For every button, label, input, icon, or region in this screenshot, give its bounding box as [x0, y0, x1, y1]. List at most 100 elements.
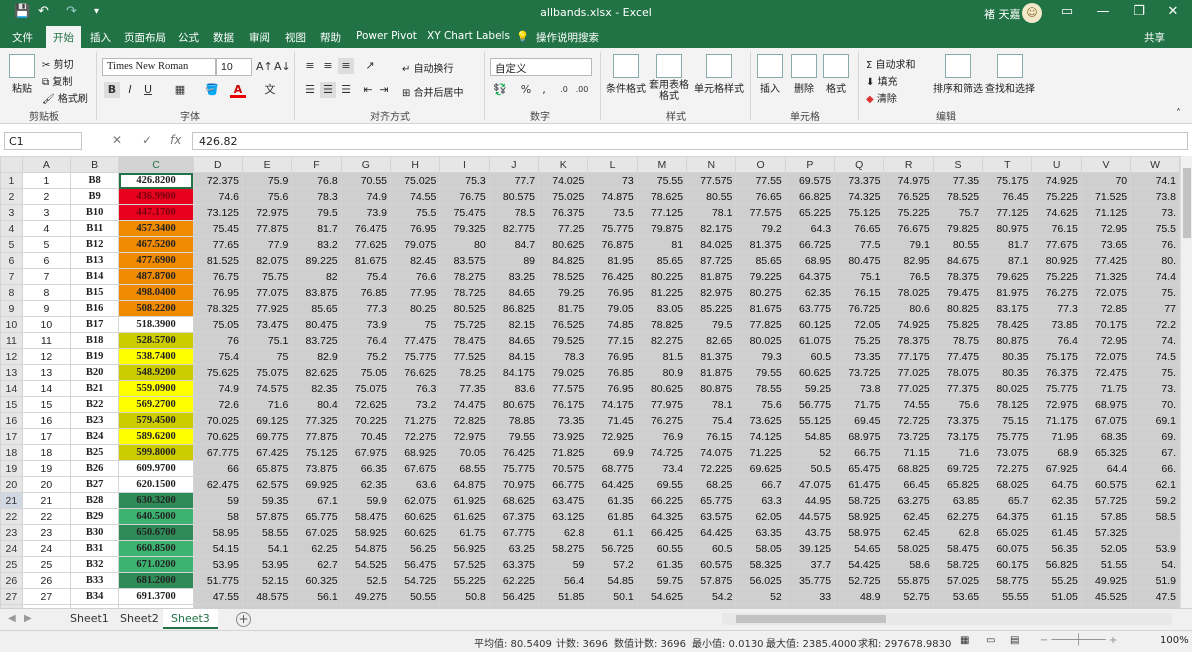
cell-value[interactable]: 77.425 — [1080, 252, 1132, 269]
cell-value[interactable]: 65.025 — [982, 524, 1033, 541]
cell-value[interactable]: 57.2 — [587, 556, 638, 573]
column-header[interactable]: N — [686, 156, 737, 173]
cell-value[interactable]: 75.075 — [340, 380, 392, 397]
cell-value[interactable]: 80.825 — [932, 300, 984, 317]
cell-value[interactable]: 56.1 — [291, 588, 342, 605]
cell-value[interactable]: 58.05 — [735, 540, 786, 557]
cell-value[interactable]: 84.175 — [488, 364, 540, 381]
cell-index[interactable]: 13 — [21, 364, 71, 381]
cell-value[interactable]: 67.375 — [488, 508, 540, 525]
cell-value[interactable]: 76.75 — [439, 188, 490, 205]
cell-value[interactable]: 76.675 — [883, 220, 934, 237]
cell-value[interactable]: 66.7 — [735, 476, 786, 493]
align-top-icon[interactable]: ≡ — [302, 58, 318, 74]
cell-value[interactable]: 57.725 — [1080, 492, 1132, 509]
cell-value[interactable]: 69.925 — [291, 476, 342, 493]
cell-value[interactable]: 75.775 — [1031, 380, 1082, 397]
cell-value[interactable]: 82.95 — [883, 252, 934, 269]
cell-value[interactable]: 72.05 — [834, 316, 885, 333]
column-header[interactable]: B — [69, 156, 120, 173]
cell-wavelength[interactable]: 681.2000 — [118, 572, 194, 589]
cell-value[interactable]: 77.925 — [241, 300, 293, 317]
cell-value[interactable]: 60.625 — [389, 508, 441, 525]
cell-value[interactable]: 77.525 — [439, 348, 490, 365]
cell-value[interactable]: 77.575 — [686, 172, 737, 189]
copy-button[interactable]: ⧉ 复制 — [42, 73, 72, 88]
cell-value[interactable]: 67. — [1130, 444, 1180, 461]
phonetic-icon[interactable]: 文 — [262, 82, 278, 98]
cell-value[interactable]: 47.55 — [192, 588, 243, 605]
cell-value[interactable]: 74.075 — [686, 444, 737, 461]
cell-value[interactable]: 74.5 — [1130, 348, 1180, 365]
align-left-icon[interactable]: ☰ — [302, 82, 318, 98]
cell-wavelength[interactable]: 579.4500 — [118, 412, 194, 429]
cell-value[interactable]: 60.175 — [982, 556, 1033, 573]
cell-index[interactable]: 16 — [21, 412, 71, 429]
avatar[interactable]: ☺ — [1022, 3, 1042, 23]
cell-value[interactable]: 79.525 — [538, 332, 589, 349]
cell-value[interactable]: 60.625 — [784, 364, 836, 381]
cell-value[interactable]: 77.175 — [883, 348, 934, 365]
cell-value[interactable]: 65.325 — [1080, 444, 1132, 461]
row-header[interactable]: 17 — [0, 428, 23, 445]
cell-value[interactable]: 76.425 — [587, 268, 638, 285]
cell-value[interactable]: 51.85 — [538, 588, 589, 605]
add-sheet-icon[interactable]: + — [236, 612, 251, 627]
cell-value[interactable]: 52.725 — [834, 572, 885, 589]
cell-value[interactable]: 59.35 — [241, 492, 293, 509]
cell-value[interactable]: 72.95 — [1080, 220, 1132, 237]
cell-wavelength[interactable]: 559.0900 — [118, 380, 194, 397]
cell-value[interactable]: 71.125 — [1080, 204, 1132, 221]
cell-value[interactable]: 75 — [389, 316, 441, 333]
percent-button[interactable]: % — [518, 82, 534, 98]
cell-value[interactable]: 62.25 — [291, 540, 342, 557]
cell-wavelength[interactable]: 426.8200 — [118, 172, 194, 189]
cell-value[interactable]: 74.575 — [241, 380, 293, 397]
cell-value[interactable]: 63.6 — [389, 476, 441, 493]
cell-band[interactable]: B10 — [69, 204, 120, 221]
cell-wavelength[interactable]: 477.6900 — [118, 252, 194, 269]
vertical-scrollbar[interactable] — [1180, 156, 1192, 608]
cell-value[interactable]: 73.85 — [1031, 316, 1082, 333]
cell-value[interactable]: 79.5 — [686, 316, 737, 333]
tab-insert[interactable]: 插入 — [90, 30, 111, 45]
cell-value[interactable]: 76.875 — [587, 236, 638, 253]
cell-band[interactable]: B8 — [69, 172, 120, 189]
cell-index[interactable]: 27 — [21, 588, 71, 605]
enter-icon[interactable]: ✓ — [142, 133, 152, 147]
cell-wavelength[interactable]: 609.9700 — [118, 460, 194, 477]
cell-value[interactable]: 54.85 — [587, 572, 638, 589]
cell-value[interactable]: 74.55 — [883, 396, 934, 413]
column-header[interactable]: C — [118, 156, 194, 173]
cell-value[interactable]: 85.225 — [686, 300, 737, 317]
cell-value[interactable]: 80.675 — [488, 396, 540, 413]
cell-value[interactable]: 61.35 — [636, 556, 688, 573]
cell-wavelength[interactable]: 447.1700 — [118, 204, 194, 221]
cell-value[interactable]: 78.3 — [538, 348, 589, 365]
cell-value[interactable]: 76.375 — [538, 204, 589, 221]
cell-value[interactable]: 55.875 — [883, 572, 934, 589]
cell-value[interactable]: 68.35 — [1080, 428, 1132, 445]
cell-value[interactable]: 66.825 — [784, 188, 836, 205]
cell-value[interactable]: 75.625 — [192, 364, 243, 381]
cell-value[interactable]: 78.275 — [439, 268, 490, 285]
cell-value[interactable]: 66.35 — [340, 460, 392, 477]
cell-value[interactable]: 74. — [1130, 332, 1180, 349]
cell-wavelength[interactable]: 518.3900 — [118, 316, 194, 333]
cell-value[interactable]: 77.5 — [834, 236, 885, 253]
font-color-icon[interactable]: A — [230, 82, 246, 98]
cell-value[interactable]: 75.125 — [834, 204, 885, 221]
cell-value[interactable]: 75.7 — [932, 204, 984, 221]
cell-value[interactable]: 75.225 — [1031, 268, 1082, 285]
cell-value[interactable]: 56.825 — [1031, 556, 1082, 573]
cell-value[interactable]: 76.5 — [883, 268, 934, 285]
cell-value[interactable]: 75.45 — [192, 220, 243, 237]
row-header[interactable]: 6 — [0, 252, 23, 269]
cell-value[interactable]: 57.025 — [932, 572, 984, 589]
cell-value[interactable]: 68.95 — [784, 252, 836, 269]
cell-value[interactable]: 56.35 — [1031, 540, 1082, 557]
cell-value[interactable]: 63.35 — [735, 524, 786, 541]
cell-index[interactable]: 7 — [21, 268, 71, 285]
cell-value[interactable]: 63.775 — [784, 300, 836, 317]
cell-value[interactable]: 83.2 — [291, 236, 342, 253]
